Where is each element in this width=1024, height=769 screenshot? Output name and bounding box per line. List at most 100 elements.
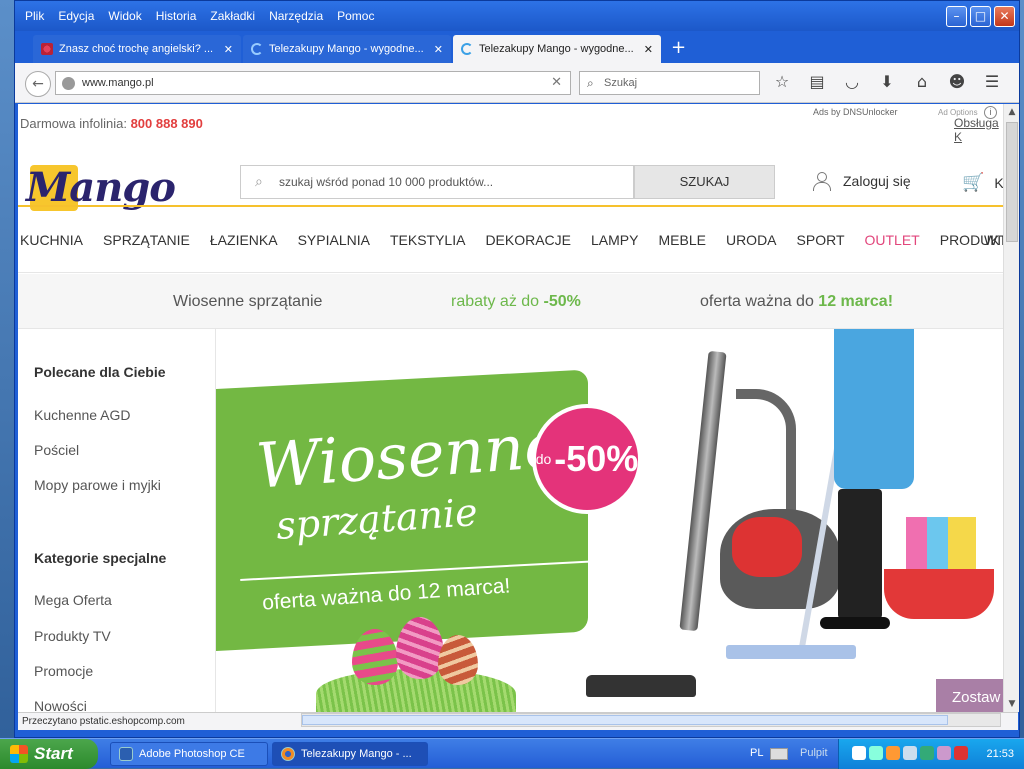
tab-title: Telezakupy Mango - wygodne... — [479, 43, 634, 55]
maximize-button[interactable]: □ — [970, 6, 991, 27]
vacuum-head — [586, 675, 696, 697]
shield-icon[interactable] — [954, 746, 968, 760]
reading-list-icon[interactable]: ▤ — [806, 72, 828, 91]
promo-mid-prefix: rabaty aż do — [451, 293, 544, 310]
start-label: Start — [34, 744, 73, 763]
search-icon: ⌕ — [255, 174, 263, 190]
discount-badge: do -50% — [532, 404, 642, 514]
security-icon[interactable] — [920, 746, 934, 760]
cat-lazienka[interactable]: ŁAZIENKA — [210, 232, 278, 248]
bookmark-star-icon[interactable]: ☆ — [771, 72, 793, 91]
menu-pomoc[interactable]: Pomoc — [337, 9, 374, 23]
logo-text: Mango — [26, 164, 176, 211]
menu-zakladki[interactable]: Zakładki — [210, 9, 255, 23]
cat-outlet[interactable]: OUTLET — [865, 232, 920, 248]
cat-kuchnia[interactable]: KUCHNIA — [20, 232, 83, 248]
clock[interactable]: 21:53 — [986, 748, 1014, 760]
smiley-icon[interactable]: ☻ — [946, 72, 968, 91]
sidebar-item-kuchenne-agd[interactable]: Kuchenne AGD — [34, 407, 131, 423]
cat-uroda[interactable]: URODA — [726, 232, 777, 248]
search-bar[interactable]: ⌕ Szukaj — [579, 71, 760, 95]
tab-bar: Znasz choć trochę angielski? ... ✕ Telez… — [15, 33, 1019, 63]
wifi-icon[interactable] — [903, 746, 917, 760]
desktop-toolbar[interactable]: Pulpit — [800, 747, 828, 759]
app-tray-icon[interactable] — [886, 746, 900, 760]
keyboard-icon[interactable] — [770, 748, 788, 760]
download-icon[interactable]: ⬇ — [876, 72, 898, 91]
chevron-left-icon[interactable] — [852, 746, 866, 760]
menu-historia[interactable]: Historia — [156, 9, 197, 23]
cat-tekstylia[interactable]: TEKSTYLIA — [390, 232, 465, 248]
loading-icon — [461, 43, 473, 55]
task-photoshop[interactable]: Adobe Photoshop CE — [110, 742, 268, 766]
sidebar-item-nowosci[interactable]: Nowości — [34, 698, 87, 712]
task-firefox[interactable]: Telezakupy Mango - ... — [272, 742, 428, 766]
hotline: Darmowa infolinia: 800 888 890 — [20, 116, 203, 131]
hotline-number: 800 888 890 — [130, 116, 203, 131]
sidebar-item-promocje[interactable]: Promocje — [34, 663, 93, 679]
back-icon[interactable]: ← — [25, 71, 51, 97]
sidebar-item-mega-oferta[interactable]: Mega Oferta — [34, 592, 112, 608]
tab-mango-2[interactable]: Telezakupy Mango - wygodne... ✕ — [453, 35, 661, 63]
clear-url-icon[interactable]: ✕ — [551, 75, 562, 90]
horizontal-scrollbar[interactable] — [301, 713, 1001, 727]
search-icon: ⌕ — [587, 76, 594, 90]
firefox-window: Plik Edycja Widok Historia Zakładki Narz… — [14, 0, 1020, 738]
url-bar[interactable]: www.mango.pl ✕ — [55, 71, 571, 95]
hscroll-thumb[interactable] — [302, 715, 948, 725]
cart-link[interactable]: 🛒 Ko — [962, 172, 1003, 193]
tab-mango-1[interactable]: Telezakupy Mango - wygodne... ✕ — [243, 35, 451, 63]
cat-sypialnia[interactable]: SYPIALNIA — [298, 232, 370, 248]
scroll-down-icon[interactable]: ▼ — [1004, 696, 1020, 712]
scroll-thumb[interactable] — [1006, 122, 1018, 242]
cat-sprzatanie[interactable]: SPRZĄTANIE — [103, 232, 190, 248]
leave-message-button[interactable]: Zostaw wiadomość — [936, 679, 1003, 712]
menu-icon[interactable]: ☰ — [981, 72, 1003, 91]
menu-plik[interactable]: Plik — [25, 9, 44, 23]
network-icon[interactable] — [869, 746, 883, 760]
scroll-up-icon[interactable]: ▲ — [1004, 104, 1020, 120]
promo-mid: rabaty aż do -50% — [451, 293, 581, 311]
menu-edycja[interactable]: Edycja — [58, 9, 94, 23]
url-text: www.mango.pl — [82, 77, 154, 89]
hero-banner[interactable]: Wiosenne sprzątanie oferta ważna do 12 m… — [216, 329, 1003, 712]
cat-lampy[interactable]: LAMPY — [591, 232, 638, 248]
product-search-input[interactable]: ⌕ szukaj wśród ponad 10 000 produktów... — [240, 165, 634, 199]
monitor-icon[interactable] — [937, 746, 951, 760]
tab-title: Telezakupy Mango - wygodne... — [269, 43, 424, 55]
tab-close-icon[interactable]: ✕ — [224, 43, 233, 56]
login-link[interactable]: Zaloguj się — [813, 172, 911, 191]
vertical-scrollbar[interactable]: ▲ ▼ — [1003, 104, 1019, 712]
cat-meble[interactable]: MEBLE — [658, 232, 705, 248]
chat-label: Zostaw wiadomość — [952, 688, 1003, 706]
close-button[interactable]: ✕ — [994, 6, 1015, 27]
pocket-icon[interactable]: ◡ — [841, 72, 863, 91]
customer-service-link[interactable]: Obsługa K — [954, 116, 1003, 144]
sidebar-heading-recommended: Polecane dla Ciebie — [34, 364, 166, 380]
menu-widok[interactable]: Widok — [108, 9, 141, 23]
new-tab-icon[interactable]: + — [671, 37, 686, 58]
toolbar-icons: ☆ ▤ ◡ ⬇ ⌂ ☻ ☰ — [771, 72, 1003, 91]
menu-narzedzia[interactable]: Narzędzia — [269, 9, 323, 23]
start-button[interactable]: Start — [0, 739, 98, 769]
search-button[interactable]: SZUKAJ — [634, 165, 775, 199]
mop-head — [726, 645, 856, 659]
sidebar-item-mopy[interactable]: Mopy parowe i myjki — [34, 477, 161, 493]
cart-label: Ko — [994, 174, 1003, 191]
sidebar-item-posciel[interactable]: Pościel — [34, 442, 79, 458]
cat-more[interactable]: WIE — [984, 232, 1003, 248]
windows-logo-icon — [10, 745, 28, 763]
search-placeholder: szukaj wśród ponad 10 000 produktów... — [279, 175, 494, 189]
firefox-icon — [281, 747, 295, 761]
home-icon[interactable]: ⌂ — [911, 72, 933, 91]
sidebar-item-produkty-tv[interactable]: Produkty TV — [34, 628, 111, 644]
task-label: Telezakupy Mango - ... — [301, 748, 412, 760]
cat-dekoracje[interactable]: DEKORACJE — [485, 232, 571, 248]
language-indicator[interactable]: PL — [750, 747, 763, 759]
tab-close-icon[interactable]: ✕ — [434, 43, 443, 56]
cat-sport[interactable]: SPORT — [797, 232, 845, 248]
tab-angielski[interactable]: Znasz choć trochę angielski? ... ✕ — [33, 35, 241, 63]
taskbar: Start Adobe Photoshop CE Telezakupy Mang… — [0, 738, 1024, 769]
tab-close-icon[interactable]: ✕ — [644, 43, 653, 56]
minimize-button[interactable]: – — [946, 6, 967, 27]
